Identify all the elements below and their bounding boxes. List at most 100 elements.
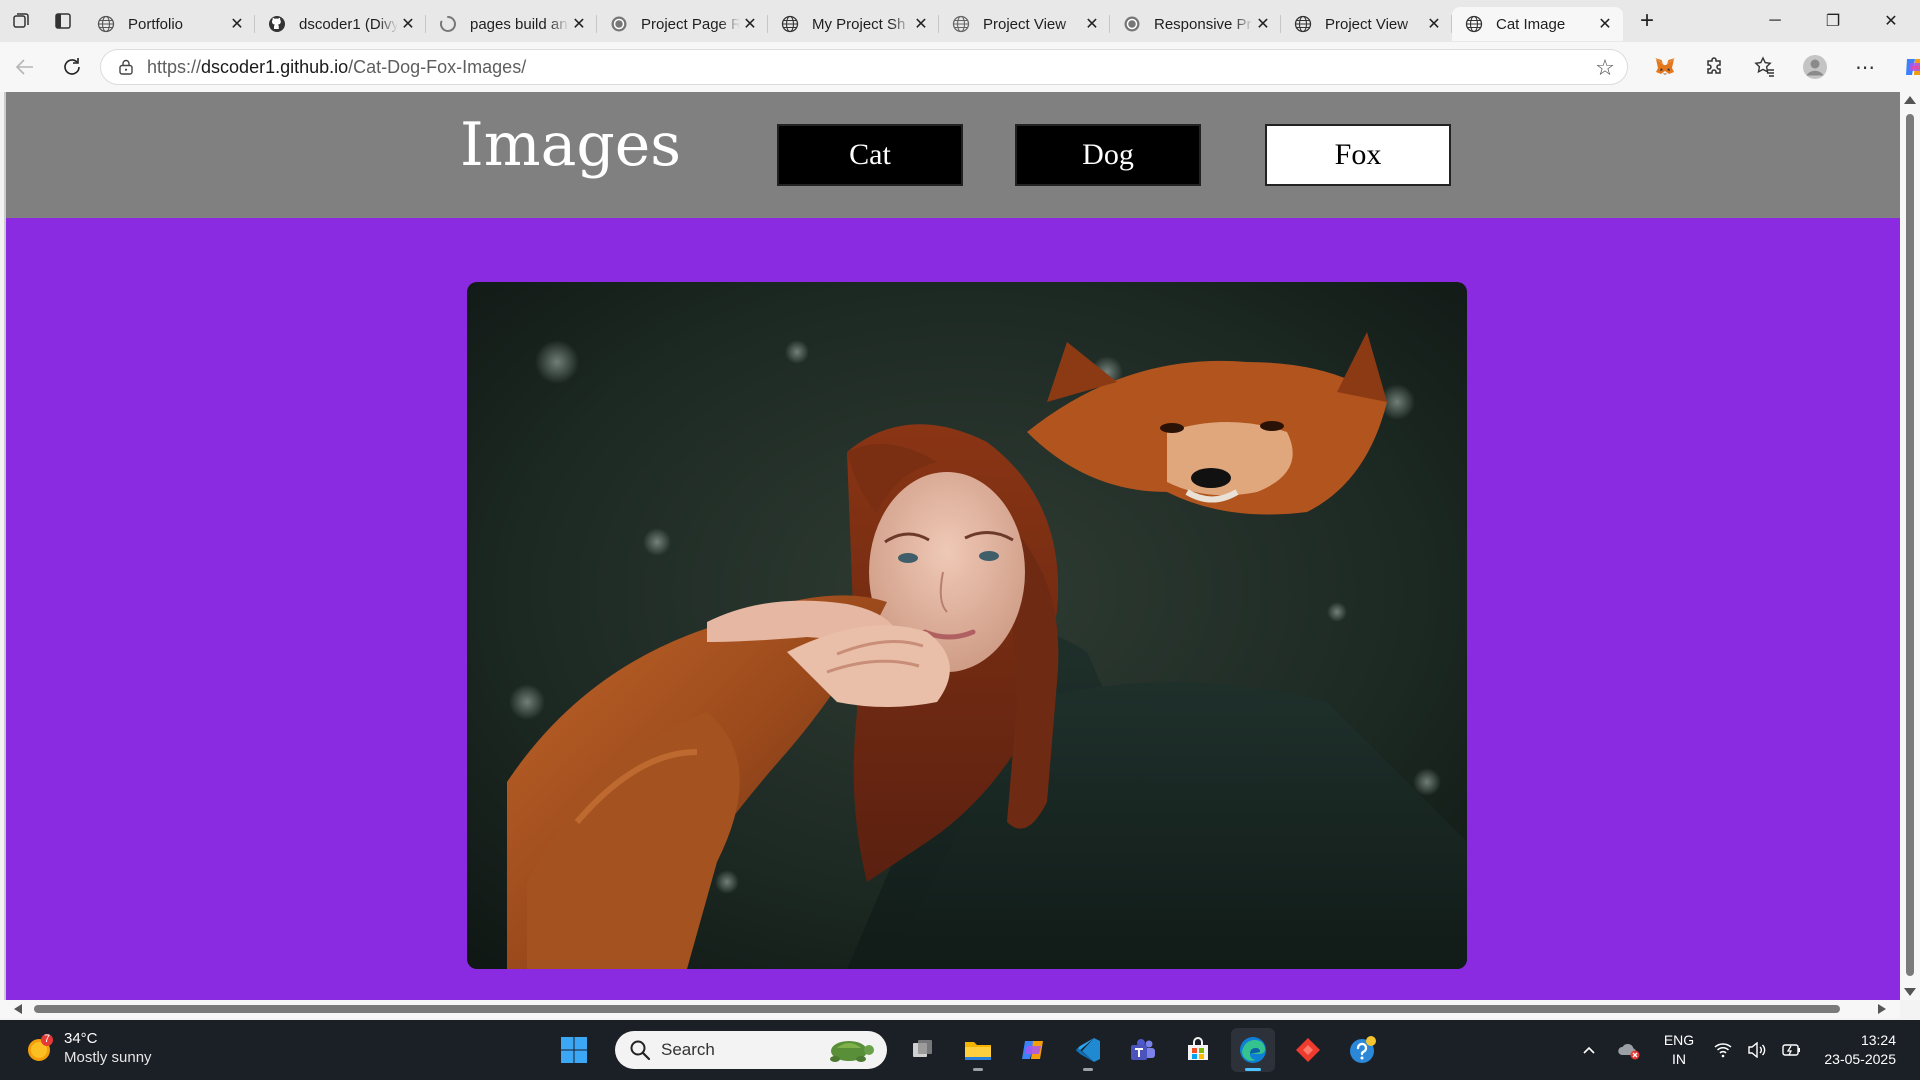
tab-title: Portfolio — [128, 15, 184, 33]
vertical-scroll-thumb[interactable] — [1906, 114, 1914, 976]
ring-icon — [609, 14, 629, 34]
onedrive-offline-icon[interactable] — [1606, 1030, 1652, 1070]
tab-title: pages build an — [470, 15, 568, 33]
close-icon[interactable]: ✕ — [1253, 14, 1273, 34]
running-indicator — [973, 1068, 983, 1071]
volume-icon[interactable] — [1740, 1030, 1774, 1070]
close-icon[interactable]: ✕ — [227, 14, 247, 34]
profile-avatar-icon[interactable] — [1790, 47, 1840, 87]
close-icon[interactable]: ✕ — [911, 14, 931, 34]
tab-project-view-2[interactable]: Project View ✕ — [1281, 7, 1452, 41]
windows-taskbar: 7 34°C Mostly sunny Search ENG IN 13:24 … — [0, 1020, 1920, 1080]
copilot-app-icon[interactable] — [1011, 1028, 1055, 1072]
sunny-weather-icon: 7 — [24, 1033, 54, 1064]
tab-pages-build[interactable]: pages build an ✕ — [426, 7, 597, 41]
page-title: Images — [460, 110, 682, 180]
tab-title: Responsive Pr — [1154, 15, 1252, 33]
edge-browser-icon[interactable] — [1231, 1028, 1275, 1072]
cat-button[interactable]: Cat — [777, 124, 963, 186]
clock[interactable]: 13:24 23-05-2025 — [1808, 1031, 1920, 1069]
teams-icon[interactable] — [1121, 1028, 1165, 1072]
refresh-icon[interactable] — [50, 47, 94, 87]
url-path: /Cat-Dog-Fox-Images/ — [348, 56, 527, 77]
task-view-icon[interactable] — [901, 1028, 945, 1072]
tab-portfolio[interactable]: Portfolio ✕ — [84, 7, 255, 41]
fox-button[interactable]: Fox — [1265, 124, 1451, 186]
tab-project-view[interactable]: Project View ✕ — [939, 7, 1110, 41]
browser-toolbar: https://dscoder1.github.io/Cat-Dog-Fox-I… — [0, 42, 1920, 92]
taskbar-search-label: Search — [661, 1040, 715, 1059]
favorites-icon[interactable] — [1740, 47, 1790, 87]
tab-github[interactable]: dscoder1 (Divy ✕ — [255, 7, 426, 41]
tab-title: Project View — [1325, 15, 1409, 33]
file-explorer-icon[interactable] — [956, 1028, 1000, 1072]
vscode-icon[interactable] — [1066, 1028, 1110, 1072]
system-tray: ENG IN 13:24 23-05-2025 — [1572, 1020, 1920, 1080]
globe-icon — [951, 14, 971, 34]
tab-title: Cat Image — [1496, 15, 1566, 33]
active-window-indicator — [1245, 1068, 1261, 1071]
language-indicator[interactable]: ENG IN — [1652, 1031, 1706, 1069]
back-icon[interactable] — [3, 47, 47, 87]
new-tab-button[interactable]: + — [1627, 4, 1667, 38]
close-icon[interactable]: ✕ — [569, 14, 589, 34]
tab-project-page[interactable]: Project Page R ✕ — [597, 7, 768, 41]
workspaces-icon[interactable] — [0, 0, 42, 42]
get-help-icon[interactable] — [1341, 1028, 1385, 1072]
close-icon[interactable]: ✕ — [1595, 14, 1615, 34]
weather-condition: Mostly sunny — [64, 1049, 152, 1066]
weather-alert-badge: 7 — [43, 1033, 51, 1045]
scroll-right-icon[interactable] — [1878, 1004, 1886, 1014]
close-window-icon[interactable]: ✕ — [1862, 0, 1920, 42]
region-code: IN — [1672, 1051, 1686, 1067]
more-menu-icon[interactable]: ⋯ — [1840, 47, 1890, 87]
vertical-scrollbar[interactable] — [1900, 92, 1920, 1000]
taskbar-apps: Search — [552, 1028, 1396, 1072]
favorite-star-icon[interactable]: ☆ — [1593, 55, 1617, 80]
running-indicator — [1083, 1068, 1093, 1071]
minimize-icon[interactable]: ─ — [1746, 0, 1804, 42]
horizontal-scroll-thumb[interactable] — [34, 1005, 1840, 1013]
window-controls: ─ ❐ ✕ — [1746, 0, 1920, 42]
show-hidden-icons-chevron-icon[interactable] — [1572, 1030, 1606, 1070]
windows-start-icon[interactable] — [552, 1028, 596, 1072]
globe-icon — [1464, 14, 1484, 34]
tab-cat-image[interactable]: Cat Image ✕ — [1452, 7, 1623, 41]
weather-widget[interactable]: 7 34°C Mostly sunny — [24, 1030, 152, 1068]
close-icon[interactable]: ✕ — [1082, 14, 1102, 34]
restore-icon[interactable]: ❐ — [1804, 0, 1862, 42]
url-scheme: https:// — [147, 56, 202, 77]
lock-icon[interactable] — [115, 56, 137, 78]
scroll-up-icon[interactable] — [1904, 96, 1916, 104]
globe-icon — [1293, 14, 1313, 34]
metamask-fox-icon[interactable] — [1640, 47, 1690, 87]
scroll-left-icon[interactable] — [14, 1004, 22, 1014]
close-icon[interactable]: ✕ — [1424, 14, 1444, 34]
turtle-illustration-icon — [830, 1041, 874, 1062]
search-icon — [630, 1040, 651, 1061]
tab-my-project[interactable]: My Project Sh ✕ — [768, 7, 939, 41]
battery-charging-icon[interactable] — [1774, 1030, 1808, 1070]
horizontal-scrollbar[interactable] — [0, 1000, 1900, 1018]
close-icon[interactable]: ✕ — [740, 14, 760, 34]
dog-button[interactable]: Dog — [1015, 124, 1201, 186]
scroll-down-icon[interactable] — [1904, 988, 1916, 996]
tab-title: Project Page R — [641, 15, 740, 33]
url-host: dscoder1.github.io — [201, 56, 349, 77]
extensions-puzzle-icon[interactable] — [1690, 47, 1740, 87]
taskbar-search-input[interactable]: Search — [615, 1031, 887, 1069]
ring-icon — [1122, 14, 1142, 34]
close-icon[interactable]: ✕ — [398, 14, 418, 34]
address-bar[interactable]: https://dscoder1.github.io/Cat-Dog-Fox-I… — [100, 49, 1628, 85]
vertical-tabs-icon[interactable] — [42, 0, 84, 42]
anydesk-icon[interactable] — [1286, 1028, 1330, 1072]
tab-title: Project View — [983, 15, 1067, 33]
toolbar-extensions: ⋯ — [1640, 42, 1920, 92]
fox-woman-photo — [467, 282, 1467, 969]
tab-responsive[interactable]: Responsive Pr ✕ — [1110, 7, 1281, 41]
microsoft-store-icon[interactable] — [1176, 1028, 1220, 1072]
page-viewport: Images Cat Dog Fox — [4, 92, 1900, 1000]
copilot-icon[interactable] — [1890, 47, 1920, 87]
globe-icon — [96, 14, 116, 34]
wifi-icon[interactable] — [1706, 1030, 1740, 1070]
